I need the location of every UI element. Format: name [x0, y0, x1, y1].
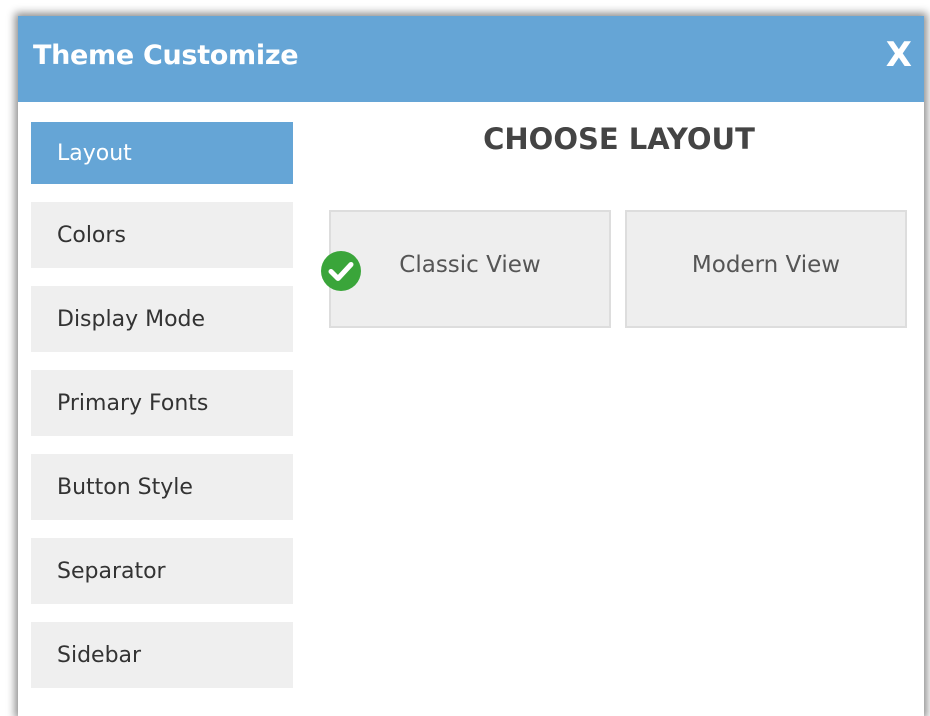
- sidebar-item-separator[interactable]: Separator: [31, 538, 293, 604]
- sidebar-item-sidebar[interactable]: Sidebar: [31, 622, 293, 688]
- theme-customize-panel: Theme Customize X Layout Colors Display …: [18, 16, 924, 716]
- classic-view-option[interactable]: Classic View: [329, 210, 611, 328]
- panel-header: Theme Customize X: [18, 16, 924, 102]
- sidebar-item-button-style[interactable]: Button Style: [31, 454, 293, 520]
- modern-view-option[interactable]: Modern View: [625, 210, 907, 328]
- check-circle-icon: [321, 251, 361, 291]
- sidebar-item-layout[interactable]: Layout: [31, 122, 293, 184]
- sidebar-item-primary-fonts[interactable]: Primary Fonts: [31, 370, 293, 436]
- choose-layout-heading: CHOOSE LAYOUT: [483, 122, 755, 156]
- sidebar-item-colors[interactable]: Colors: [31, 202, 293, 268]
- panel-title: Theme Customize: [33, 40, 299, 71]
- sidebar-item-display-mode[interactable]: Display Mode: [31, 286, 293, 352]
- close-button[interactable]: X: [886, 38, 912, 72]
